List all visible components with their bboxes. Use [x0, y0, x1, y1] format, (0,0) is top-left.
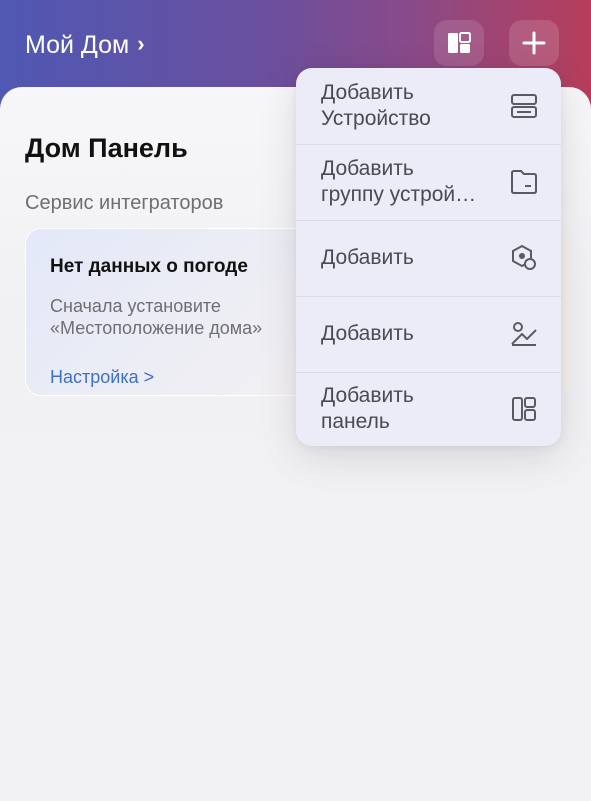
- chevron-right-icon: ›: [137, 31, 145, 56]
- menu-item-add-scene[interactable]: Добавить: [296, 296, 561, 372]
- layout-icon: [447, 32, 471, 54]
- section-label: Сервис интеграторов: [25, 192, 224, 214]
- hexagon-icon: [509, 243, 539, 273]
- weather-settings-link[interactable]: Настройка >: [50, 367, 154, 388]
- folder-icon: [509, 167, 539, 197]
- weather-card-title: Нет данных о погоде: [50, 256, 248, 277]
- menu-item-add-device[interactable]: Добавить Устройство: [296, 68, 561, 144]
- page-title: Дом Панель: [25, 133, 188, 163]
- add-button[interactable]: [509, 20, 559, 66]
- layout-button[interactable]: [434, 20, 484, 66]
- weather-card[interactable]: Нет данных о погоде Сначала установите «…: [25, 228, 325, 396]
- device-icon: [509, 91, 539, 121]
- menu-item-label: Добавить Устройство: [321, 81, 431, 130]
- home-selector[interactable]: Мой Дом ›: [25, 30, 145, 60]
- menu-divider: [296, 296, 561, 297]
- menu-item-label: Добавить: [321, 246, 414, 269]
- menu-item-label: Добавить группу устрой…: [321, 157, 477, 206]
- add-menu: Добавить Устройство Добавить группу устр…: [296, 68, 561, 446]
- menu-item-add-panel[interactable]: Добавить панель: [296, 372, 561, 446]
- menu-item-add-device-group[interactable]: Добавить группу устрой…: [296, 144, 561, 220]
- menu-item-label: Добавить панель: [321, 384, 414, 433]
- plus-icon: [522, 31, 546, 55]
- menu-divider: [296, 372, 561, 373]
- panel-icon: [509, 394, 539, 424]
- home-title: Мой Дом: [25, 30, 130, 59]
- menu-divider: [296, 144, 561, 145]
- menu-divider: [296, 220, 561, 221]
- menu-item-label: Добавить: [321, 322, 414, 345]
- scene-icon: [509, 319, 539, 349]
- weather-card-description: Сначала установите «Местоположение дома»: [50, 296, 263, 338]
- menu-item-add-automation[interactable]: Добавить: [296, 220, 561, 296]
